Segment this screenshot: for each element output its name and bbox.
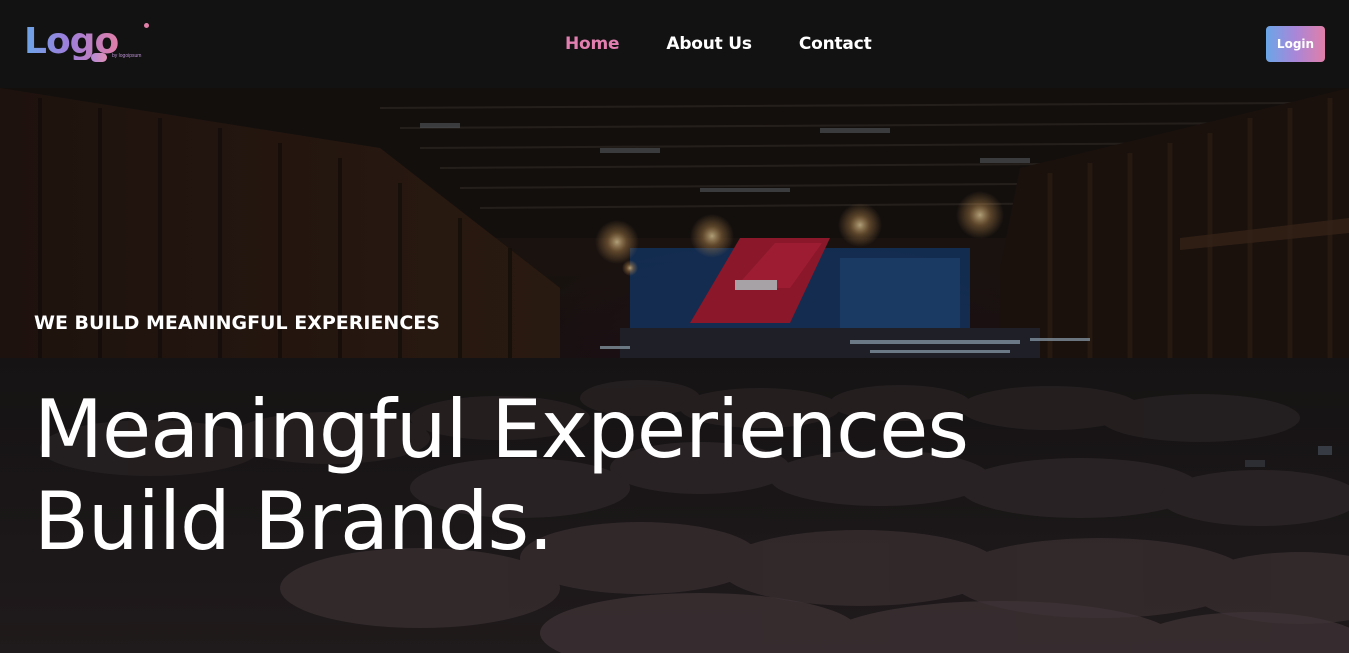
logo-subtext: by logoipsum — [112, 53, 142, 59]
login-button[interactable]: Login — [1266, 26, 1325, 62]
nav-link-contact[interactable]: Contact — [799, 34, 872, 54]
top-navbar: Logo by logoipsum Home About Us Contact … — [0, 0, 1349, 88]
hero-eyebrow: WE BUILD MEANINGFUL EXPERIENCES — [34, 312, 440, 334]
hero-title-line-2: Build Brands. — [34, 475, 554, 568]
logo-dot — [144, 23, 149, 28]
hero-dark-overlay — [0, 88, 1349, 653]
hero-title: Meaningful Experiences Build Brands. — [34, 384, 1184, 568]
logo-tail-shape — [91, 53, 107, 62]
nav-link-about-us[interactable]: About Us — [666, 34, 752, 54]
hero-section: WE BUILD MEANINGFUL EXPERIENCES Meaningf… — [0, 88, 1349, 653]
main-nav: Home About Us Contact — [565, 0, 872, 88]
hero-title-line-1: Meaningful Experiences — [34, 383, 969, 476]
nav-link-home[interactable]: Home — [565, 34, 620, 54]
brand-logo[interactable]: Logo by logoipsum — [24, 20, 150, 68]
